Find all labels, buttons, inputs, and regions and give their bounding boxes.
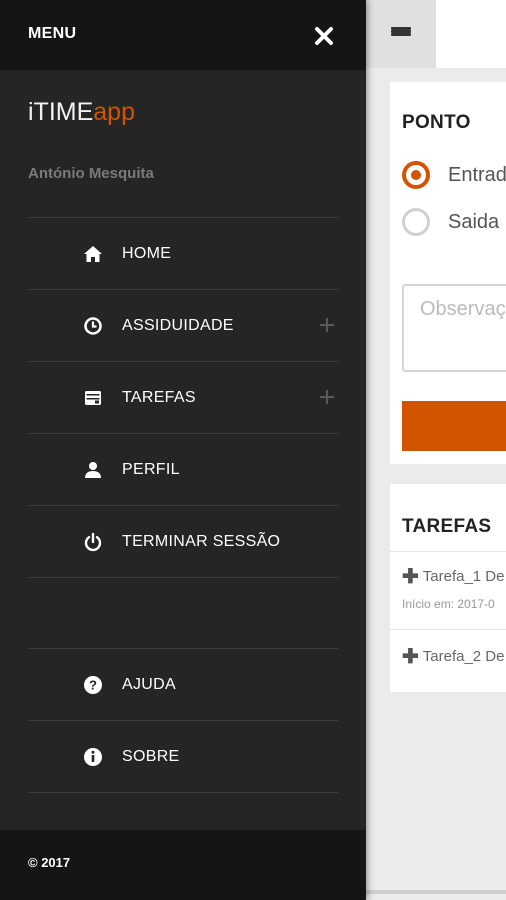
nav-item-home[interactable]: HOME xyxy=(28,217,338,289)
hamburger-icon xyxy=(391,27,411,41)
main-nav: HOME ASSIDUIDADE TAREFAS PERFIL TERMINAR… xyxy=(28,217,338,578)
task-item[interactable]: ✚ Tarefa_2 De xyxy=(390,629,506,692)
menu-title: MENU xyxy=(28,25,77,42)
expand-plus-icon[interactable] xyxy=(316,386,338,408)
user-icon xyxy=(82,459,104,481)
nav-label: HOME xyxy=(122,244,172,262)
top-bar xyxy=(366,0,506,68)
submit-ponto-button[interactable] xyxy=(402,401,506,451)
nav-label: ASSIDUIDADE xyxy=(122,316,234,334)
observations-placeholder: Observações xyxy=(420,298,506,320)
secondary-nav: ? AJUDA SOBRE xyxy=(28,648,338,793)
plus-icon: ✚ xyxy=(402,566,419,588)
nav-divider xyxy=(28,577,338,578)
close-icon xyxy=(315,27,333,45)
radio-unselected-icon xyxy=(402,208,430,236)
nav-label: AJUDA xyxy=(122,675,176,693)
drawer-footer: © 2017 xyxy=(0,830,366,900)
tarefas-title: TAREFAS xyxy=(402,516,492,537)
info-icon xyxy=(82,746,104,768)
user-name: António Mesquita xyxy=(28,165,154,182)
ponto-title: PONTO xyxy=(402,112,471,133)
wallet-icon xyxy=(82,387,104,409)
observations-field[interactable]: Observações xyxy=(402,284,506,372)
help-icon: ? xyxy=(82,674,104,696)
nav-item-tarefas[interactable]: TAREFAS xyxy=(28,361,338,433)
radio-selected-icon xyxy=(402,161,430,189)
copyright-text: © 2017 xyxy=(28,855,71,870)
power-icon xyxy=(82,531,104,553)
nav-divider xyxy=(28,792,338,793)
svg-text:?: ? xyxy=(89,677,97,692)
task-start-date: Início em: 2017-0 xyxy=(402,597,495,611)
ponto-card: PONTO Entrada Saida Observações xyxy=(390,82,506,464)
nav-label: TERMINAR SESSÃO xyxy=(122,532,281,550)
task-item[interactable]: ✚ Tarefa_1 De Início em: 2017-0 xyxy=(390,551,506,629)
brand-name: iTIME xyxy=(28,98,94,126)
nav-item-ajuda[interactable]: ? AJUDA xyxy=(28,648,338,720)
hamburger-menu-button[interactable] xyxy=(366,0,436,68)
nav-label: TAREFAS xyxy=(122,388,196,406)
navigation-drawer: MENU iTIMEapp António Mesquita HOME ASSI… xyxy=(0,0,366,900)
nav-item-assiduidade[interactable]: ASSIDUIDADE xyxy=(28,289,338,361)
expand-plus-icon[interactable] xyxy=(316,314,338,336)
tarefas-card: TAREFAS ✚ Tarefa_1 De Início em: 2017-0 … xyxy=(390,484,506,692)
nav-label: PERFIL xyxy=(122,460,180,478)
nav-item-terminar-sessao[interactable]: TERMINAR SESSÃO xyxy=(28,505,338,577)
nav-item-sobre[interactable]: SOBRE xyxy=(28,720,338,792)
radio-entrada[interactable]: Entrada xyxy=(402,161,506,189)
drawer-header: MENU xyxy=(0,0,366,70)
task-name: Tarefa_2 De xyxy=(422,648,505,665)
bottom-divider xyxy=(366,890,506,894)
radio-saida[interactable]: Saida xyxy=(402,208,499,236)
radio-saida-label: Saida xyxy=(448,210,500,233)
plus-icon: ✚ xyxy=(402,646,419,668)
nav-label: SOBRE xyxy=(122,747,180,765)
nav-item-perfil[interactable]: PERFIL xyxy=(28,433,338,505)
close-drawer-button[interactable] xyxy=(306,18,342,54)
brand-accent: app xyxy=(93,98,135,126)
clock-icon xyxy=(82,315,104,337)
radio-entrada-label: Entrada xyxy=(448,163,506,186)
app-logo: iTIMEapp xyxy=(28,98,135,127)
home-icon xyxy=(82,243,104,265)
task-name: Tarefa_1 De xyxy=(422,568,505,585)
